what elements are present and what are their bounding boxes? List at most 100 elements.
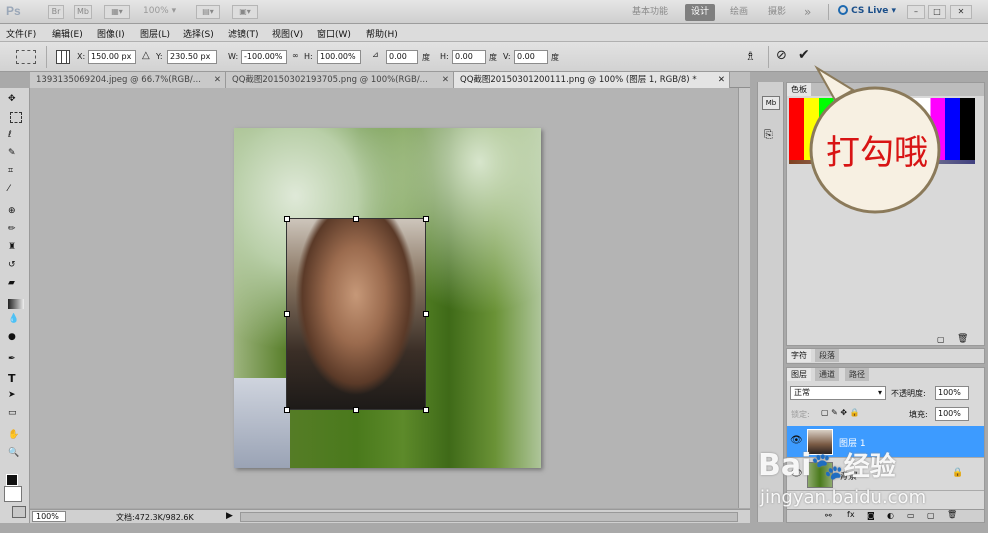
menu-image[interactable]: 图像(I) xyxy=(97,27,125,40)
layer-style-icon[interactable]: fx xyxy=(847,510,855,519)
lasso-tool-icon[interactable]: ℓ xyxy=(8,130,24,144)
quick-mask-icon[interactable] xyxy=(12,506,26,518)
document-canvas[interactable] xyxy=(234,128,541,468)
transform-handle[interactable] xyxy=(423,407,429,413)
transform-tool-icon[interactable] xyxy=(16,50,36,64)
menu-help[interactable]: 帮助(H) xyxy=(366,27,398,40)
minibridge-button[interactable]: Mb xyxy=(74,5,92,19)
workspace-essentials[interactable]: 基本功能 xyxy=(626,4,674,21)
marquee-tool-icon[interactable] xyxy=(10,112,22,123)
close-button[interactable]: ✕ xyxy=(950,5,972,19)
close-tab-icon[interactable]: ✕ xyxy=(718,72,725,88)
new-group-icon[interactable]: ▭ xyxy=(907,511,915,520)
minibridge-panel-icon[interactable]: Mb xyxy=(762,96,780,110)
history-panel-icon[interactable]: ⎘ xyxy=(764,128,773,142)
healing-brush-tool-icon[interactable]: ⊕ xyxy=(8,206,24,220)
visibility-eye-icon[interactable]: 👁 xyxy=(790,435,803,446)
type-tool-icon[interactable]: T xyxy=(8,372,24,386)
y-field[interactable]: 230.50 px xyxy=(167,50,217,64)
angle-field[interactable]: 0.00 xyxy=(386,50,418,64)
tab-paths[interactable]: 路径 xyxy=(845,368,869,381)
delete-swatch-icon[interactable]: 🗑 xyxy=(957,334,968,344)
crop-tool-icon[interactable]: ⌗ xyxy=(8,166,24,180)
dodge-tool-icon[interactable]: ● xyxy=(8,332,24,346)
x-field[interactable]: 150.00 px xyxy=(88,50,136,64)
eraser-tool-icon[interactable]: ▰ xyxy=(8,278,24,292)
menu-edit[interactable]: 编辑(E) xyxy=(52,27,83,40)
adjustment-layer-icon[interactable]: ◐ xyxy=(887,511,894,520)
gradient-tool-icon[interactable] xyxy=(8,299,24,309)
canvas-area[interactable] xyxy=(30,88,750,508)
transform-handle[interactable] xyxy=(423,216,429,222)
view-extras-button[interactable]: ▦▾ xyxy=(104,5,130,19)
rectangle-tool-icon[interactable]: ▭ xyxy=(8,408,24,422)
eyedropper-tool-icon[interactable]: ⁄ xyxy=(8,184,24,198)
status-zoom-field[interactable]: 100% xyxy=(32,511,66,522)
more-workspaces-button[interactable]: » xyxy=(798,4,817,21)
transform-handle[interactable] xyxy=(284,216,290,222)
horizontal-scrollbar[interactable] xyxy=(240,512,738,522)
cancel-transform-icon[interactable]: ⊘ xyxy=(776,48,787,63)
menu-layer[interactable]: 图层(L) xyxy=(140,27,170,40)
path-selection-tool-icon[interactable]: ➤ xyxy=(8,390,24,404)
reference-point-icon[interactable] xyxy=(56,50,70,64)
tab-character[interactable]: 字符 xyxy=(787,349,811,362)
history-brush-tool-icon[interactable]: ↺ xyxy=(8,260,24,274)
transform-handle[interactable] xyxy=(284,311,290,317)
transform-handle[interactable] xyxy=(353,216,359,222)
menu-select[interactable]: 选择(S) xyxy=(183,27,214,40)
tab-paragraph[interactable]: 段落 xyxy=(815,349,839,362)
close-tab-icon[interactable]: ✕ xyxy=(442,72,449,88)
portrait-layer[interactable] xyxy=(286,218,426,410)
tab-channels[interactable]: 通道 xyxy=(815,368,839,381)
fill-field[interactable]: 100% xyxy=(935,407,969,421)
menu-file[interactable]: 文件(F) xyxy=(6,27,36,40)
brush-tool-icon[interactable]: ✏ xyxy=(8,224,24,238)
relative-position-icon[interactable]: △ xyxy=(142,50,150,61)
transform-handle[interactable] xyxy=(423,311,429,317)
transform-handle[interactable] xyxy=(284,407,290,413)
cs-live-button[interactable]: CS Live ▾ xyxy=(838,5,896,16)
foreground-color-swatch[interactable] xyxy=(6,474,18,486)
delete-layer-icon[interactable]: 🗑 xyxy=(947,510,957,519)
link-icon[interactable]: ∞ xyxy=(292,51,299,60)
width-field[interactable]: -100.00% xyxy=(241,50,287,64)
bridge-button[interactable]: Br xyxy=(48,5,64,19)
arrange-documents-button[interactable]: ▤▾ xyxy=(196,5,220,19)
vertical-scrollbar[interactable] xyxy=(738,88,750,508)
link-layers-icon[interactable]: ⚯ xyxy=(825,511,832,520)
menu-view[interactable]: 视图(V) xyxy=(272,27,303,40)
blend-mode-select[interactable]: 正常 ▾ xyxy=(790,386,886,400)
opacity-field[interactable]: 100% xyxy=(935,386,969,400)
zoom-tool-icon[interactable]: 🔍 xyxy=(8,448,24,462)
new-swatch-icon[interactable]: ▢ xyxy=(937,335,945,344)
quick-selection-tool-icon[interactable]: ✎ xyxy=(8,148,24,162)
lock-icons[interactable]: ▢ ✎ ✥ 🔒 xyxy=(821,408,860,417)
workspace-design[interactable]: 设计 xyxy=(685,4,716,21)
add-mask-icon[interactable]: ◙ xyxy=(867,511,875,520)
hand-tool-icon[interactable]: ✋ xyxy=(8,430,24,444)
tab-layers[interactable]: 图层 xyxy=(787,368,811,381)
workspace-painting[interactable]: 绘画 xyxy=(724,4,754,21)
move-tool-icon[interactable]: ✥ xyxy=(8,94,24,108)
vskew-field[interactable]: 0.00 xyxy=(514,50,548,64)
pen-tool-icon[interactable]: ✒ xyxy=(8,354,24,368)
maximize-button[interactable]: □ xyxy=(928,5,946,19)
screen-mode-button[interactable]: ▣▾ xyxy=(232,5,258,19)
new-layer-icon[interactable]: ▢ xyxy=(927,511,935,520)
transform-handle[interactable] xyxy=(353,407,359,413)
close-tab-icon[interactable]: ✕ xyxy=(214,72,221,88)
tab-document-3[interactable]: QQ截图20150301200111.png @ 100% (图层 1, RGB… xyxy=(454,72,730,88)
tab-document-1[interactable]: 1393135069204.jpeg @ 66.7%(RGB/... ✕ xyxy=(30,72,226,88)
zoom-level-dropdown[interactable]: 100% ▾ xyxy=(143,6,176,16)
warp-mode-icon[interactable]: ♗ xyxy=(745,49,756,63)
workspace-photography[interactable]: 摄影 xyxy=(762,4,792,21)
clone-stamp-tool-icon[interactable]: ♜ xyxy=(8,242,24,256)
tab-document-2[interactable]: QQ截图20150302193705.png @ 100%(RGB/... ✕ xyxy=(226,72,454,88)
menu-filter[interactable]: 滤镜(T) xyxy=(228,27,259,40)
status-menu-arrow-icon[interactable]: ▶ xyxy=(226,511,233,521)
background-color-swatch[interactable] xyxy=(4,486,22,502)
height-field[interactable]: 100.00% xyxy=(317,50,361,64)
menu-window[interactable]: 窗口(W) xyxy=(317,27,351,40)
blur-tool-icon[interactable]: 💧 xyxy=(8,314,24,328)
